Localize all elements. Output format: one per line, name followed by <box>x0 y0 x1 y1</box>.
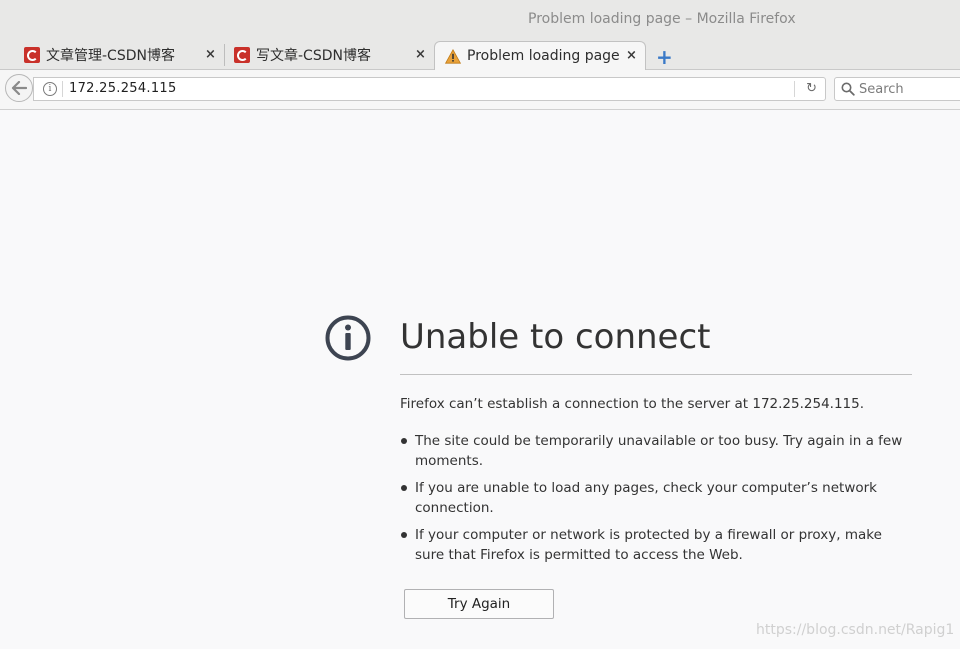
tab-separator <box>224 44 225 66</box>
bullet <box>401 532 407 538</box>
suggestion-item: The site could be temporarily unavailabl… <box>400 431 912 471</box>
url-text[interactable]: 172.25.254.115 <box>69 81 177 96</box>
close-tab-icon[interactable]: × <box>626 48 637 63</box>
tab-label: 写文章-CSDN博客 <box>256 47 371 64</box>
tab-strip: 文章管理-CSDN博客 × 写文章-CSDN博客 × Problem loadi… <box>0 40 960 70</box>
suggestion-text: The site could be temporarily unavailabl… <box>415 433 903 469</box>
csdn-logo-icon <box>234 46 250 63</box>
tab-label: Problem loading page <box>467 48 620 64</box>
suggestion-list: The site could be temporarily unavailabl… <box>400 431 912 572</box>
close-tab-icon[interactable]: × <box>415 47 426 62</box>
window-title: Problem loading page – Mozilla Firefox <box>528 11 796 27</box>
suggestion-text: If you are unable to load any pages, che… <box>415 480 877 516</box>
bullet <box>401 485 407 491</box>
site-info-icon[interactable]: i <box>43 82 57 96</box>
suggestion-text: If your computer or network is protected… <box>415 527 882 563</box>
warning-icon <box>445 48 461 64</box>
info-icon <box>325 315 371 361</box>
watermark: https://blog.csdn.net/Rapig1 <box>756 622 955 638</box>
error-message: Firefox can’t establish a connection to … <box>400 396 865 412</box>
url-divider <box>62 81 63 97</box>
tab-problem-loading-page[interactable]: Problem loading page × <box>434 41 646 70</box>
tab-label: 文章管理-CSDN博客 <box>46 47 175 64</box>
title-divider <box>400 374 912 375</box>
window-title-bar: Problem loading page – Mozilla Firefox <box>0 0 960 40</box>
new-tab-button[interactable]: + <box>656 45 673 69</box>
suggestion-item: If you are unable to load any pages, che… <box>400 478 912 518</box>
search-bar[interactable] <box>834 77 960 101</box>
search-input[interactable] <box>859 79 960 99</box>
error-title: Unable to connect <box>400 317 711 357</box>
suggestion-item: If your computer or network is protected… <box>400 525 912 565</box>
close-tab-icon[interactable]: × <box>205 47 216 62</box>
tab-csdn-article-management[interactable]: 文章管理-CSDN博客 × <box>24 40 225 69</box>
try-again-button[interactable]: Try Again <box>404 589 554 619</box>
reload-separator <box>794 81 795 97</box>
bullet <box>401 438 407 444</box>
reload-icon[interactable]: ↻ <box>806 81 817 96</box>
url-bar[interactable]: i 172.25.254.115 ↻ <box>33 77 826 101</box>
navigation-toolbar: i 172.25.254.115 ↻ <box>0 70 960 110</box>
csdn-logo-icon <box>24 46 40 63</box>
search-icon <box>841 82 855 96</box>
back-arrow-icon <box>11 81 27 95</box>
back-button[interactable] <box>5 74 33 102</box>
tab-csdn-write-article[interactable]: 写文章-CSDN博客 × <box>234 40 430 69</box>
